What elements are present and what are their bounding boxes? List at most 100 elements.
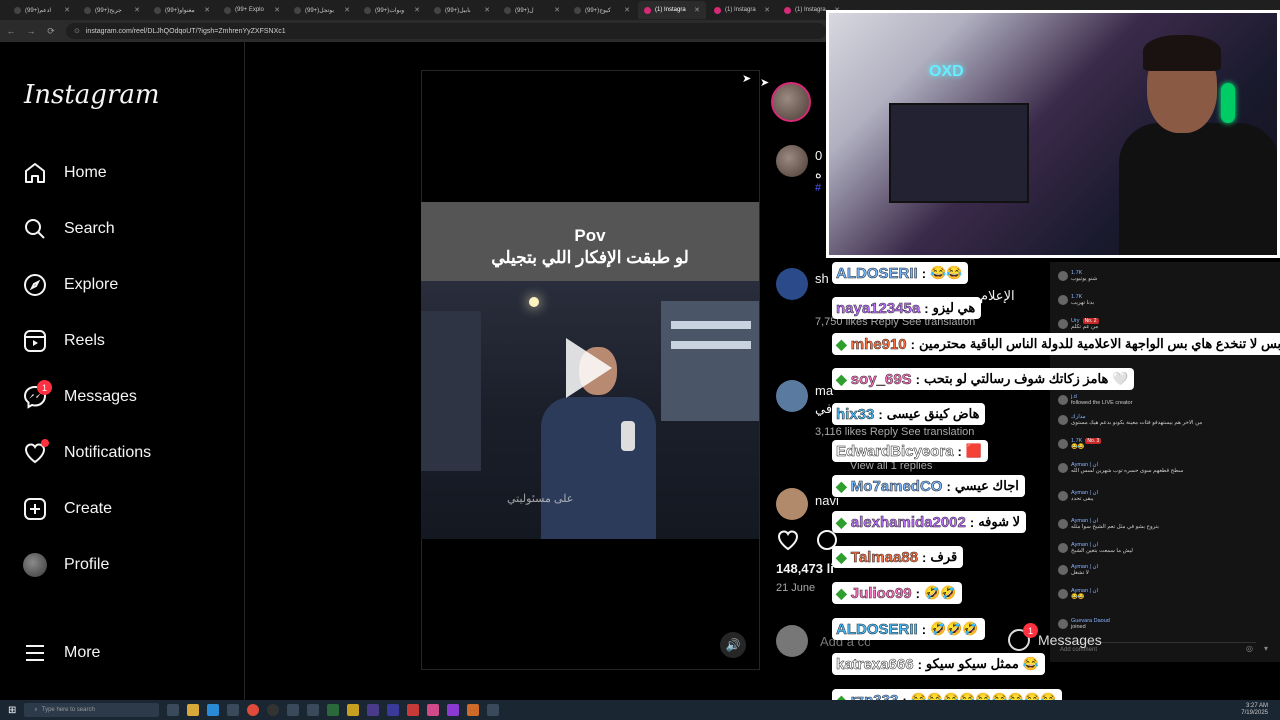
neon-sign: OXD [929, 63, 964, 80]
chrome-icon[interactable] [247, 704, 260, 716]
like-count[interactable]: 148,473 li [776, 561, 834, 576]
avatar [776, 625, 808, 657]
sidebar-item-label: Reels [64, 332, 105, 349]
reporter-suit [541, 397, 656, 539]
app-icon[interactable] [327, 704, 340, 716]
close-icon[interactable]: ✕ [414, 6, 420, 14]
chat-message: ◆ mhe910: بس لا تنخدع هاي بس الواجهة الاعل… [832, 333, 1280, 355]
app-icon[interactable] [347, 704, 360, 716]
comment-avatar[interactable] [776, 268, 808, 300]
like-icon[interactable] [776, 528, 800, 557]
clock-date: 7/19/2025 [1241, 710, 1268, 716]
close-icon[interactable]: ✕ [134, 6, 140, 14]
app-icon[interactable] [287, 704, 300, 716]
chat-text: 🟥 [965, 443, 983, 458]
app-icon[interactable] [407, 704, 420, 716]
back-icon[interactable]: ← [6, 26, 16, 36]
gem-icon: ◆ [836, 548, 847, 565]
sidebar-item-create[interactable]: Create [22, 491, 112, 527]
reel-video[interactable] [421, 281, 759, 539]
microphone [621, 421, 635, 451]
heart-icon [22, 439, 49, 466]
windows-start-icon[interactable]: ⊞ [8, 705, 16, 716]
chat-username: Mo7amedCO [850, 477, 943, 495]
chat-separator: : [915, 371, 921, 387]
close-icon[interactable]: ✕ [484, 6, 490, 14]
clock-time: 3:27 AM [1245, 703, 1268, 709]
close-icon[interactable]: ✕ [274, 6, 280, 14]
video-caption-banner: Pov لو طبقت الإفكار اللي بتجيلي [421, 202, 759, 281]
chat-username: Julioo99 [850, 584, 912, 602]
system-clock[interactable]: 3:27 AM 7/19/2025 [1241, 703, 1268, 717]
chat-separator: : [921, 265, 927, 281]
close-icon[interactable]: ✕ [64, 6, 70, 14]
taskview-icon[interactable] [167, 704, 180, 716]
browser-tab[interactable]: (99+)بوتجل ✕ [288, 1, 356, 19]
folder-icon[interactable] [187, 704, 200, 716]
sidebar-item-home[interactable]: Home [22, 155, 107, 191]
play-icon[interactable] [566, 338, 612, 398]
app-icon[interactable] [447, 704, 460, 716]
sidebar-item-notifications[interactable]: Notifications [22, 435, 151, 471]
app-icon[interactable] [427, 704, 440, 716]
chat-text: ممثل سيكو سيكو 😂 [925, 656, 1039, 671]
browser-tab[interactable]: (1) Instagra ✕ [708, 1, 776, 19]
stream-chat-overlay: ALDOSERII: 😂😂 naya12345a: هي ليزو ◆ mhe910: بس… [830, 260, 1280, 720]
comment-avatar[interactable] [776, 380, 808, 412]
reload-icon[interactable]: ⟳ [46, 26, 56, 37]
sidebar-item-reels[interactable]: Reels [22, 323, 105, 359]
browser-tab[interactable]: (1) Instagra ✕ [638, 1, 706, 19]
app-icon[interactable] [467, 704, 480, 716]
close-icon[interactable]: ✕ [624, 6, 630, 14]
comment-user[interactable]: 0 [815, 148, 825, 163]
sidebar-item-profile[interactable]: Profile [22, 547, 109, 583]
close-icon[interactable]: ✕ [344, 6, 350, 14]
site-info-icon[interactable]: ⊙ [74, 27, 80, 35]
tab-label: (1) Instagra [725, 7, 756, 13]
sidebar-item-search[interactable]: Search [22, 211, 115, 247]
chevron-down-icon[interactable]: ▾ [1264, 644, 1268, 653]
app-icon[interactable] [227, 704, 240, 716]
instagram-logo[interactable]: Instagram [24, 80, 160, 110]
app-icon[interactable] [487, 704, 500, 716]
app-icon[interactable] [307, 704, 320, 716]
close-icon[interactable]: ✕ [694, 6, 700, 14]
app-icon[interactable] [387, 704, 400, 716]
browser-tab[interactable]: (99+)بابيل ✕ [428, 1, 496, 19]
browser-tab[interactable]: (99+)ل ✕ [498, 1, 566, 19]
tiktok-icon [364, 6, 371, 14]
browser-tab[interactable]: (99+)جريح ✕ [78, 1, 146, 19]
url-field[interactable]: ⊙ instagram.com/reel/DLJhQOdqoUT/?igsh=Z… [66, 23, 826, 39]
sidebar-item-more[interactable]: More [22, 635, 100, 671]
chat-message: ◆ alexhamida2002: لا شوفه [832, 511, 1027, 533]
tiktok-icon [154, 6, 161, 14]
chat-separator: : [969, 514, 975, 530]
forward-icon[interactable]: → [26, 26, 36, 36]
close-icon[interactable]: ✕ [204, 6, 210, 14]
browser-tab[interactable]: (99+ Explo ✕ [218, 1, 286, 19]
browser-tab[interactable]: (99+)وبوات ✕ [358, 1, 426, 19]
obs-icon[interactable] [267, 704, 280, 716]
menu-icon [22, 640, 48, 666]
chat-text: هاض كينق عيسى [886, 406, 980, 421]
browser-tab[interactable]: (99+)ادعم ✕ [8, 1, 76, 19]
search-icon [22, 216, 48, 242]
comment-avatar[interactable] [776, 488, 808, 520]
messenger-icon: 1 [22, 380, 52, 410]
sidebar-item-explore[interactable]: Explore [22, 267, 118, 303]
volume-icon[interactable]: 🔊 [720, 632, 746, 658]
comment-avatar[interactable] [776, 145, 808, 177]
close-icon[interactable]: ✕ [554, 6, 560, 14]
taskbar-search[interactable]: ⌕ Type here to search [24, 703, 160, 717]
app-icon[interactable] [367, 704, 380, 716]
browser-tab[interactable]: (99+)كيوج ✕ [568, 1, 636, 19]
chat-text: بس لا تنخدع هاي بس الواجهة الاعلامية للد… [919, 336, 1280, 351]
sidebar-item-messages[interactable]: 1 Messages [22, 379, 137, 415]
chat-separator: : [921, 621, 927, 637]
close-icon[interactable]: ✕ [764, 6, 770, 14]
hashtag[interactable]: # [815, 182, 825, 194]
browser-tab[interactable]: (99+)مغنواو ✕ [148, 1, 216, 19]
edge-icon[interactable] [207, 704, 220, 716]
chat-separator: : [922, 549, 927, 565]
author-avatar[interactable] [771, 82, 811, 122]
